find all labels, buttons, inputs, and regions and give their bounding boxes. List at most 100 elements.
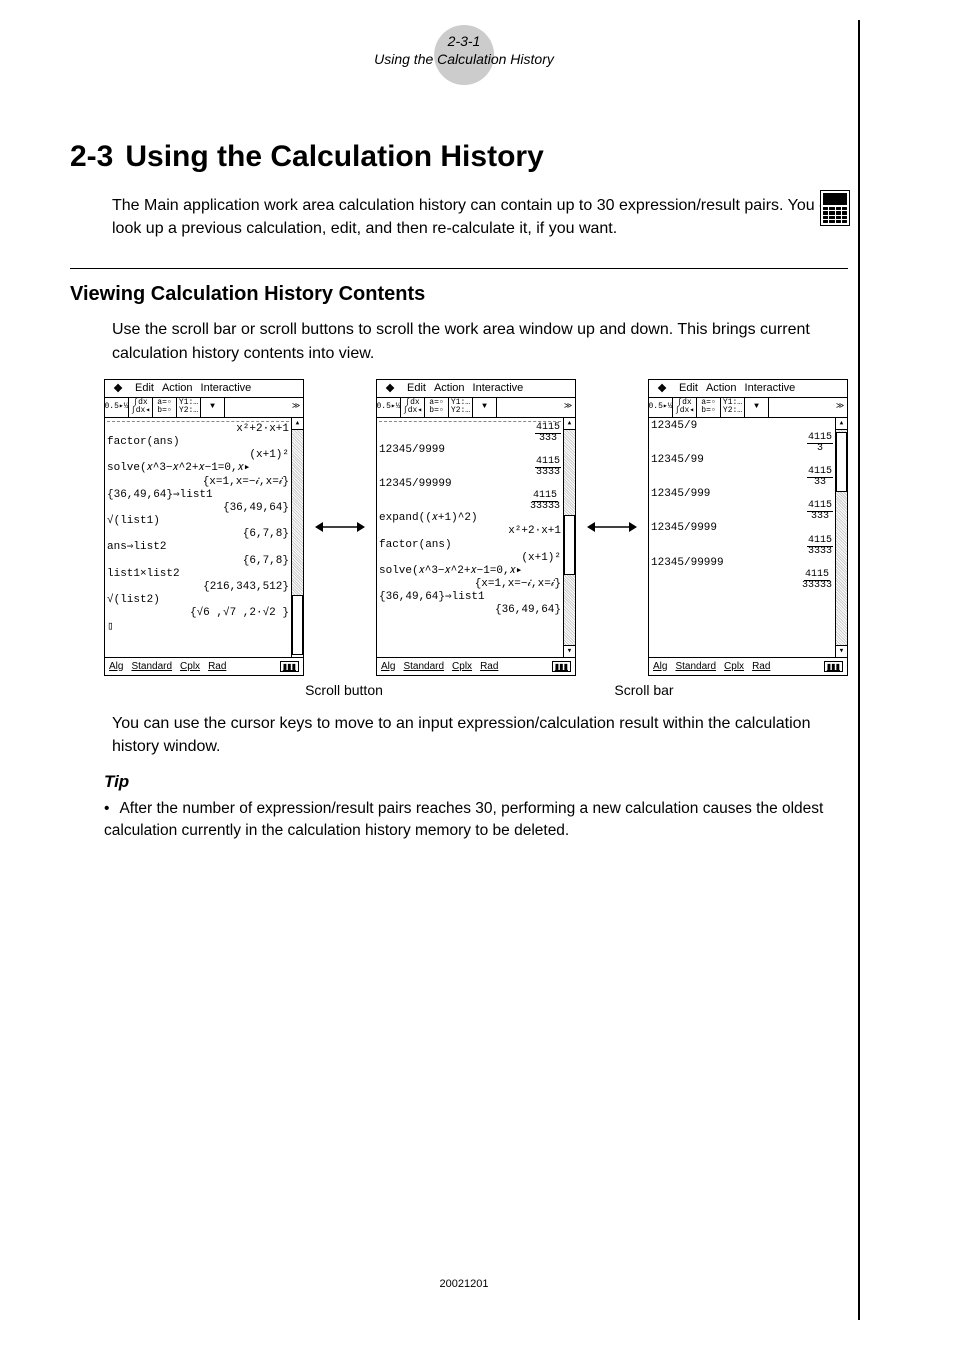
history-result[interactable]: {6,7,8} (107, 555, 289, 568)
menu-action[interactable]: Action (162, 382, 193, 394)
history-result[interactable]: 41153333 (651, 536, 833, 557)
history-result[interactable]: {36,49,64} (107, 502, 289, 515)
toolbar-button-1[interactable]: ∫dx ∫dx◂ (401, 398, 425, 417)
history-result[interactable]: 411533333 (651, 570, 833, 591)
scroll-down-button[interactable]: ▾ (564, 645, 575, 657)
menu-edit[interactable]: Edit (135, 382, 154, 394)
history-result[interactable]: {6,7,8} (107, 528, 289, 541)
scrollbar[interactable]: ▴ ▾ (563, 418, 575, 657)
history-result[interactable]: {x=1,x=−𝒾,x=𝒾} (379, 578, 561, 591)
scroll-thumb[interactable] (292, 595, 303, 655)
toolbar-button-4[interactable]: ▼ (745, 398, 769, 417)
toolbar-button-1[interactable]: ∫dx ∫dx◂ (129, 398, 153, 417)
history-result[interactable]: 411533333 (379, 491, 561, 512)
menu-action[interactable]: Action (706, 382, 737, 394)
toolbar-button-5[interactable]: ≫ (561, 398, 575, 417)
toolbar-button-5[interactable]: ≫ (289, 398, 303, 417)
history-content[interactable]: 12345/94115312345/9941153312345/99941153… (649, 418, 835, 657)
history-input[interactable]: √(list1) (107, 515, 289, 528)
menu-edit[interactable]: Edit (407, 382, 426, 394)
menu-interactive[interactable]: Interactive (473, 382, 524, 394)
history-content[interactable]: x²+2·x+1factor(ans)(x+1)²solve(𝑥^3−𝑥^2+𝑥… (105, 418, 291, 657)
history-input[interactable]: {36,49,64}⇒list1 (107, 489, 289, 502)
status-std[interactable]: Standard (131, 661, 172, 672)
toolbar-button-3[interactable]: Y1:… Y2:… (449, 398, 473, 417)
history-input[interactable]: solve(𝑥^3−𝑥^2+𝑥−1=0,𝑥▸ (379, 565, 561, 578)
history-result[interactable]: (x+1)² (107, 449, 289, 462)
toolbar-button-2[interactable]: a=▫ b=▫ (153, 398, 177, 417)
arrow-mid-right (586, 517, 638, 537)
menu-action[interactable]: Action (434, 382, 465, 394)
status-rad[interactable]: Rad (480, 661, 498, 672)
app-menu-icon[interactable]: ❖ (381, 382, 399, 395)
toolbar-button-3[interactable]: Y1:… Y2:… (177, 398, 201, 417)
toolbar-button-0[interactable]: 0.5▸½ (649, 398, 673, 417)
toolbar-button-1[interactable]: ∫dx ∫dx◂ (673, 398, 697, 417)
history-result[interactable]: x²+2·x+1 (379, 525, 561, 538)
history-input[interactable]: 12345/999 (651, 488, 833, 501)
history-input[interactable]: factor(ans) (379, 539, 561, 552)
history-input[interactable]: ▯ (107, 621, 289, 634)
toolbar-button-3[interactable]: Y1:… Y2:… (721, 398, 745, 417)
history-input[interactable]: solve(𝑥^3−𝑥^2+𝑥−1=0,𝑥▸ (107, 462, 289, 475)
scroll-thumb[interactable] (836, 432, 847, 492)
scroll-up-button[interactable]: ▴ (292, 418, 303, 430)
toolbar-button-4[interactable]: ▼ (201, 398, 225, 417)
history-input[interactable]: ans⇒list2 (107, 541, 289, 554)
menu-interactive[interactable]: Interactive (201, 382, 252, 394)
status-std[interactable]: Standard (675, 661, 716, 672)
scrollbar[interactable]: ▴ ▾ (835, 418, 847, 657)
toolbar-button-0[interactable]: 0.5▸½ (105, 398, 129, 417)
history-input[interactable]: list1×list2 (107, 568, 289, 581)
status-rad[interactable]: Rad (752, 661, 770, 672)
status-alg[interactable]: Alg (381, 661, 395, 672)
scroll-track[interactable] (564, 430, 575, 645)
history-input[interactable]: 12345/9999 (651, 522, 833, 535)
toolbar-button-2[interactable]: a=▫ b=▫ (425, 398, 449, 417)
menu-interactive[interactable]: Interactive (745, 382, 796, 394)
history-input[interactable]: {36,49,64}⇒list1 (379, 591, 561, 604)
status-cplx[interactable]: Cplx (452, 661, 472, 672)
status-cplx[interactable]: Cplx (180, 661, 200, 672)
history-input[interactable]: √(list2) (107, 594, 289, 607)
history-input[interactable]: factor(ans) (107, 436, 289, 449)
scroll-down-button[interactable]: ▾ (836, 645, 847, 657)
history-result[interactable]: 411533 (651, 467, 833, 488)
toolbar-button-4[interactable]: ▼ (473, 398, 497, 417)
toolbar-button-0[interactable]: 0.5▸½ (377, 398, 401, 417)
history-result[interactable]: {√6 ,√7 ,2·√2 } (107, 607, 289, 620)
history-input[interactable]: 12345/99999 (651, 557, 833, 570)
history-result[interactable]: (x+1)² (379, 552, 561, 565)
work-area: x²+2·x+1factor(ans)(x+1)²solve(𝑥^3−𝑥^2+𝑥… (105, 418, 303, 658)
scroll-up-button[interactable]: ▴ (836, 418, 847, 430)
history-result[interactable]: {36,49,64} (379, 604, 561, 617)
history-input[interactable]: 12345/99 (651, 454, 833, 467)
scroll-up-button[interactable]: ▴ (564, 418, 575, 430)
history-result[interactable]: 41153 (651, 433, 833, 454)
history-input[interactable]: expand((𝑥+1)^2) (379, 512, 561, 525)
status-rad[interactable]: Rad (208, 661, 226, 672)
history-result[interactable]: 41153333 (379, 457, 561, 478)
scroll-thumb[interactable] (564, 515, 575, 575)
history-result[interactable]: 4115333 (379, 423, 561, 444)
scrollbar[interactable]: ▴ ▾ (291, 418, 303, 657)
status-cplx[interactable]: Cplx (724, 661, 744, 672)
history-result[interactable]: 4115333 (651, 501, 833, 522)
status-alg[interactable]: Alg (109, 661, 123, 672)
history-content[interactable]: 411533312345/99994115333312345/999994115… (377, 418, 563, 657)
status-std[interactable]: Standard (403, 661, 444, 672)
history-result[interactable]: {216,343,512} (107, 581, 289, 594)
work-area: 12345/94115312345/9941153312345/99941153… (649, 418, 847, 658)
history-input[interactable]: 12345/9999 (379, 444, 561, 457)
toolbar-button-2[interactable]: a=▫ b=▫ (697, 398, 721, 417)
scroll-track[interactable] (836, 430, 847, 645)
history-result[interactable]: {x=1,x=−𝒾,x=𝒾} (107, 476, 289, 489)
menu-edit[interactable]: Edit (679, 382, 698, 394)
toolbar-button-5[interactable]: ≫ (833, 398, 847, 417)
status-alg[interactable]: Alg (653, 661, 667, 672)
app-menu-icon[interactable]: ❖ (109, 382, 127, 395)
history-result[interactable]: x²+2·x+1 (107, 423, 289, 436)
scroll-track[interactable] (292, 430, 303, 645)
app-menu-icon[interactable]: ❖ (653, 382, 671, 395)
history-input[interactable]: 12345/9 (651, 420, 833, 433)
